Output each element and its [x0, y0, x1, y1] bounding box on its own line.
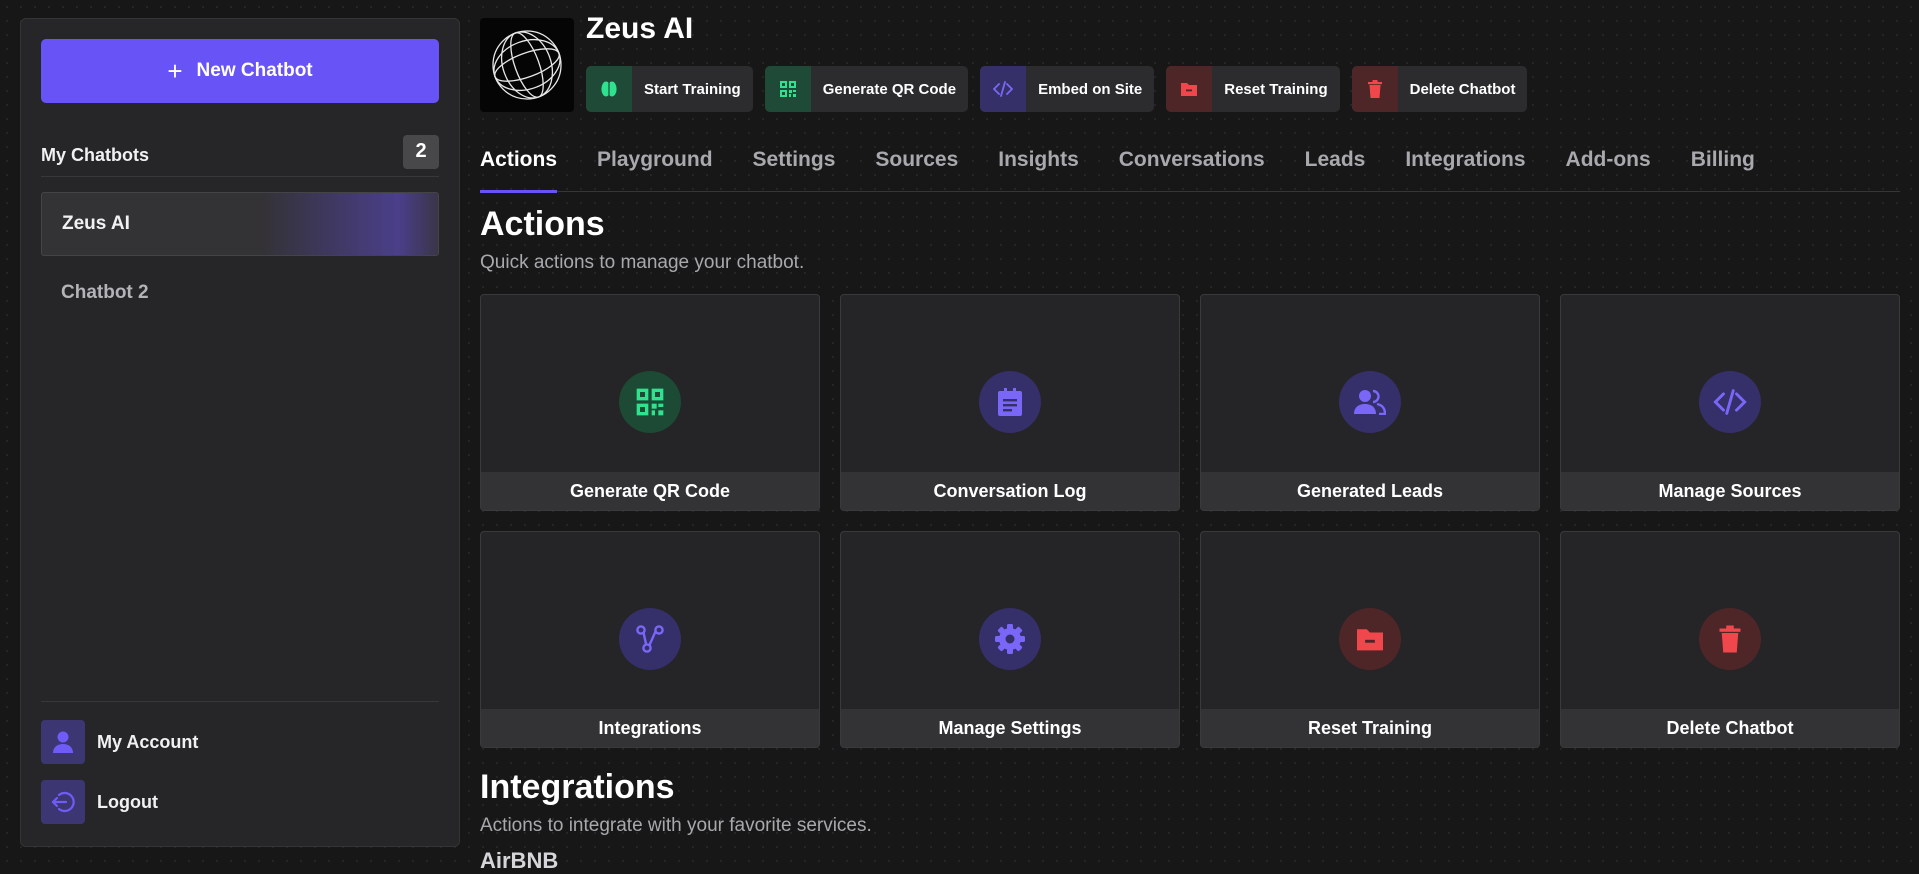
card-generated-leads[interactable]: Generated Leads — [1200, 294, 1540, 511]
start-training-button[interactable]: Start Training — [586, 66, 753, 112]
clipboard-icon — [979, 371, 1041, 433]
card-reset-training[interactable]: Reset Training — [1200, 531, 1540, 748]
tab-integrations[interactable]: Integrations — [1405, 148, 1525, 192]
tab-settings[interactable]: Settings — [753, 148, 836, 192]
start-training-label: Start Training — [644, 80, 741, 98]
code-icon — [1699, 371, 1761, 433]
card-conversation-log[interactable]: Conversation Log — [840, 294, 1180, 511]
integrations-section-title: Integrations — [480, 768, 675, 806]
my-account-link[interactable]: My Account — [41, 719, 439, 765]
qr-code-icon — [764, 66, 811, 112]
logout-label: Logout — [97, 791, 158, 812]
users-icon — [1339, 371, 1401, 433]
sidebar-divider — [41, 701, 439, 702]
card-generate-qr-code[interactable]: Generate QR Code — [480, 294, 820, 511]
card-label: Integrations — [481, 709, 819, 747]
tab-add-ons[interactable]: Add-ons — [1566, 148, 1651, 192]
folder-minus-icon — [1339, 608, 1401, 670]
chatbot-avatar — [480, 18, 574, 112]
card-label: Generated Leads — [1201, 472, 1539, 510]
reset-training-button[interactable]: Reset Training — [1166, 66, 1340, 112]
integrations-section-subtitle: Actions to integrate with your favorite … — [480, 815, 872, 836]
integration-item-airbnb[interactable]: AirBNB — [480, 848, 558, 874]
actions-grid: Generate QR Code Conversation Log Genera… — [480, 294, 1900, 748]
trash-icon — [1351, 66, 1398, 112]
header-actions: Start Training Generate QR Code Embed on… — [586, 66, 1528, 112]
sidebar-item-label: Chatbot 2 — [61, 282, 149, 303]
embed-on-site-label: Embed on Site — [1038, 80, 1143, 98]
card-label: Manage Sources — [1561, 472, 1899, 510]
logout-icon — [41, 780, 85, 824]
logout-link[interactable]: Logout — [41, 779, 439, 825]
brain-icon — [586, 66, 632, 112]
tab-bar: Actions Playground Settings Sources Insi… — [480, 148, 1900, 193]
card-label: Reset Training — [1201, 709, 1539, 747]
tab-conversations[interactable]: Conversations — [1119, 148, 1265, 192]
delete-chatbot-button[interactable]: Delete Chatbot — [1351, 66, 1528, 112]
plus-icon: + — [167, 56, 183, 86]
main-content: Zeus AI Start Training Generate QR Code … — [480, 0, 1900, 873]
globe-icon — [492, 30, 562, 100]
delete-chatbot-label: Delete Chatbot — [1409, 80, 1516, 98]
tab-playground[interactable]: Playground — [597, 148, 713, 192]
share-nodes-icon — [619, 608, 681, 670]
tab-billing[interactable]: Billing — [1691, 148, 1755, 192]
card-delete-chatbot[interactable]: Delete Chatbot — [1560, 531, 1900, 748]
folder-minus-icon — [1166, 66, 1213, 112]
card-label: Conversation Log — [841, 472, 1179, 510]
page-title: Zeus AI — [586, 12, 694, 45]
chatbot-count-badge: 2 — [403, 134, 439, 169]
reset-training-label: Reset Training — [1224, 80, 1328, 98]
actions-section-title: Actions — [480, 205, 605, 243]
new-chatbot-label: New Chatbot — [196, 60, 313, 81]
sidebar-item-label: Zeus AI — [62, 213, 130, 234]
gear-icon — [979, 608, 1041, 670]
sidebar-item-zeus-ai[interactable]: Zeus AI — [41, 192, 439, 256]
qr-code-icon — [619, 371, 681, 433]
code-icon — [980, 66, 1027, 112]
generate-qr-code-button[interactable]: Generate QR Code — [764, 66, 969, 112]
my-account-label: My Account — [97, 731, 199, 752]
tab-insights[interactable]: Insights — [998, 148, 1079, 192]
card-manage-settings[interactable]: Manage Settings — [840, 531, 1180, 748]
my-chatbots-label: My Chatbots — [41, 145, 149, 165]
embed-on-site-button[interactable]: Embed on Site — [980, 66, 1155, 112]
user-icon — [41, 720, 85, 764]
actions-section-subtitle: Quick actions to manage your chatbot. — [480, 252, 805, 273]
generate-qr-code-label: Generate QR Code — [822, 80, 957, 98]
card-label: Generate QR Code — [481, 472, 819, 510]
card-label: Manage Settings — [841, 709, 1179, 747]
card-label: Delete Chatbot — [1561, 709, 1899, 747]
my-chatbots-header: My Chatbots 2 — [41, 134, 439, 177]
sidebar: + New Chatbot My Chatbots 2 Zeus AI Chat… — [20, 18, 460, 847]
tab-sources[interactable]: Sources — [875, 148, 958, 192]
tab-leads[interactable]: Leads — [1305, 148, 1366, 192]
new-chatbot-button[interactable]: + New Chatbot — [41, 39, 439, 103]
trash-icon — [1699, 608, 1761, 670]
tab-actions[interactable]: Actions — [480, 148, 558, 193]
card-integrations[interactable]: Integrations — [480, 531, 820, 748]
sidebar-item-chatbot-2[interactable]: Chatbot 2 — [41, 261, 439, 325]
card-manage-sources[interactable]: Manage Sources — [1560, 294, 1900, 511]
